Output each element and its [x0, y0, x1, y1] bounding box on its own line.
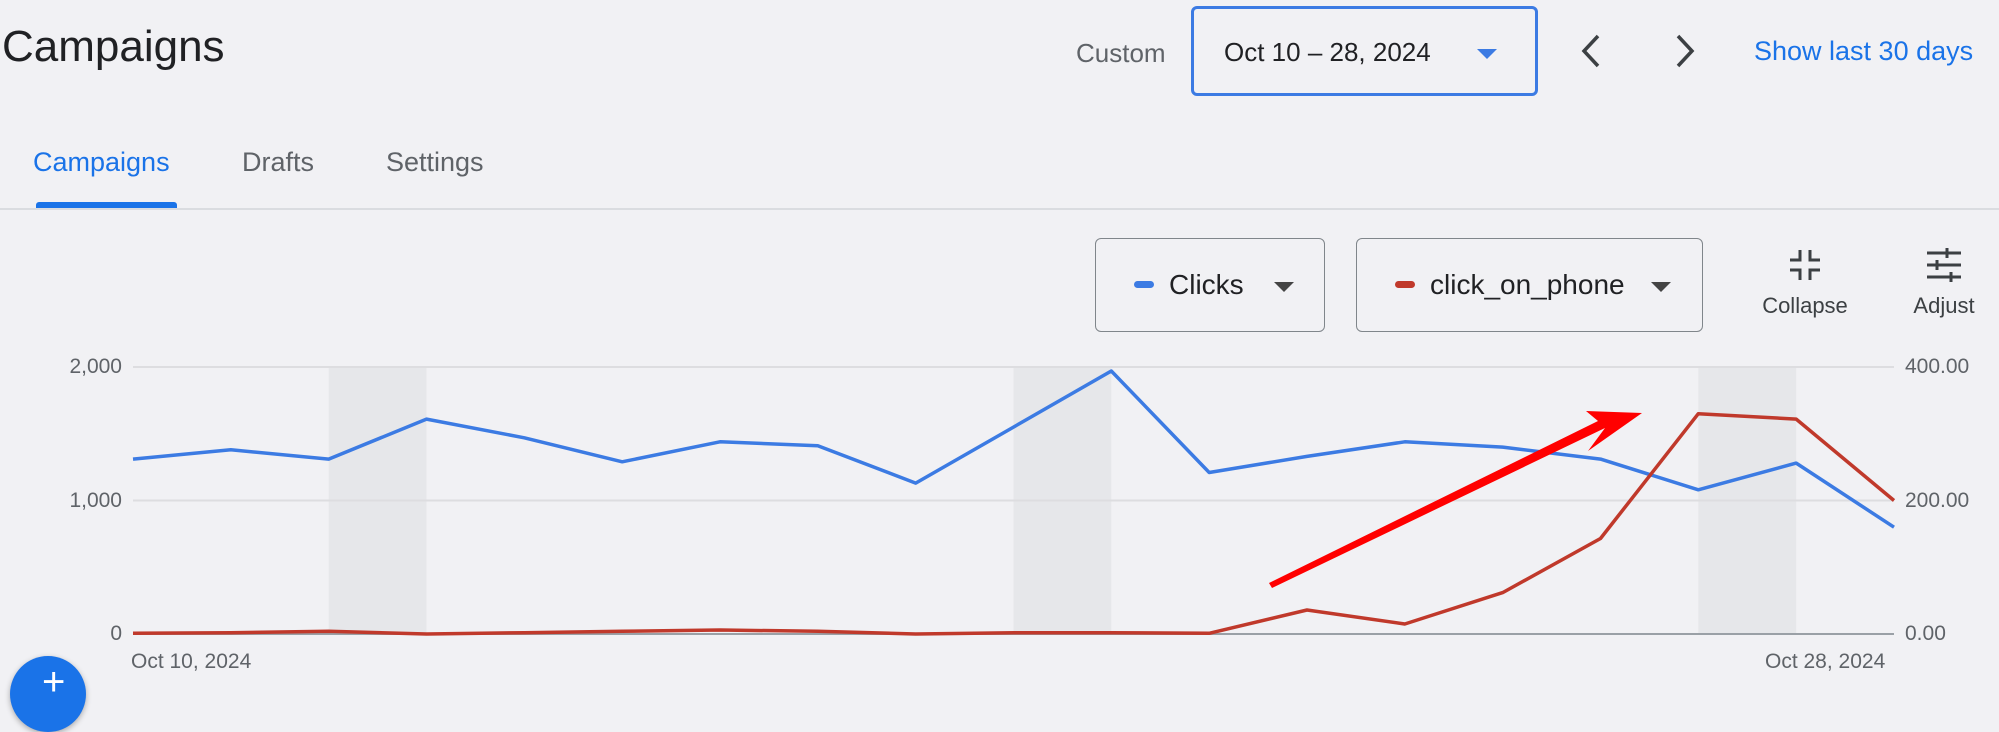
- plus-icon: +: [42, 660, 66, 704]
- create-button[interactable]: +: [10, 656, 86, 732]
- performance-chart: [132, 366, 1896, 636]
